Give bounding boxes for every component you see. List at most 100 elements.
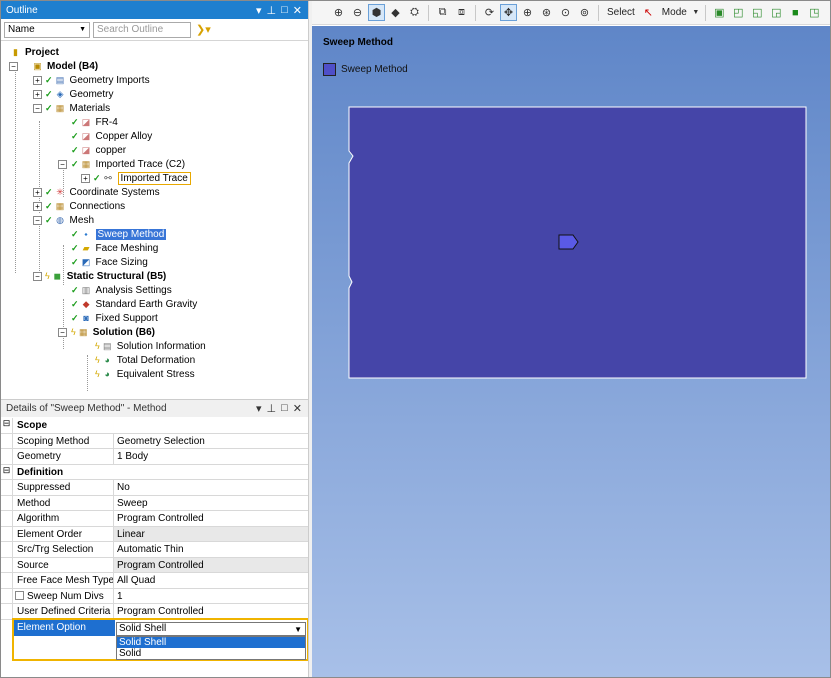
zoom-fit-icon[interactable]: ⊕ (330, 4, 347, 21)
tree-node-copper-alloy[interactable]: ✓ ◪ Copper Alloy (71, 129, 152, 143)
cursor-icon[interactable]: ↖ (640, 4, 657, 21)
box-zoom-icon[interactable]: ⧈ (453, 4, 470, 21)
collapse-icon[interactable]: ⊟ (1, 464, 13, 479)
wireframe-icon[interactable]: ⛭ (406, 4, 423, 21)
graphics-panel: ⊕ ⊖ ⬢ ◆ ⛭ ⧉ ⧈ ⟳ ✥ ⊕ ⊛ ⊙ ⊚ Select ↖ Mode … (312, 1, 830, 677)
tree-node-static-structural[interactable]: ϟ ◼ Static Structural (B5) (45, 269, 166, 283)
collapse-icon[interactable]: − (33, 216, 42, 225)
tree-node-solution-information[interactable]: ϟ ▤ Solution Information (95, 339, 206, 353)
mode-button[interactable]: Mode (659, 7, 690, 18)
pan-icon[interactable]: ✥ (500, 4, 517, 21)
close-icon[interactable]: ✕ (293, 402, 302, 415)
dropdown-arrow-icon[interactable]: ▾ (256, 4, 262, 17)
tree-node-geometry[interactable]: ✓ ◈ Geometry (45, 87, 113, 101)
solid-view-icon[interactable]: ◆ (387, 4, 404, 21)
category-scope[interactable]: ⊟ Scope (1, 418, 308, 434)
property-row[interactable]: Src/Trg Selection Automatic Thin (1, 542, 308, 558)
element-select-icon[interactable]: ■ (787, 4, 804, 21)
tree-node-solution[interactable]: ϟ ▦ Solution (B6) (71, 325, 155, 339)
graphics-viewport[interactable]: Sweep Method Sweep Method (312, 26, 830, 677)
zoom-box-icon[interactable]: ⊛ (538, 4, 555, 21)
collapse-icon[interactable]: ⊟ (1, 418, 13, 433)
tree-node-face-sizing[interactable]: ✓ ◩ Face Sizing (71, 255, 148, 269)
property-row[interactable]: Suppressed No (1, 480, 308, 496)
maximize-icon[interactable]: □ (281, 4, 288, 17)
expand-icon[interactable]: + (81, 174, 90, 183)
tree-node-mesh[interactable]: ✓ ◍ Mesh (45, 213, 94, 227)
tree-node-model[interactable]: ▣ Model (B4) (31, 59, 98, 73)
vertex-select-icon[interactable]: ▣ (711, 4, 728, 21)
tree-node-copper[interactable]: ✓ ◪ copper (71, 143, 126, 157)
tree-node-imported-trace[interactable]: ✓ ⚯ Imported Trace (93, 171, 191, 185)
gravity-icon: ◆ (82, 298, 90, 309)
property-row[interactable]: Algorithm Program Controlled (1, 511, 308, 527)
collapse-icon[interactable]: − (58, 328, 67, 337)
property-row[interactable]: Free Face Mesh Type All Quad (1, 573, 308, 589)
property-row[interactable]: Sweep Num Divs 1 (1, 588, 308, 604)
tree-node-connections[interactable]: ✓ ▦ Connections (45, 199, 125, 213)
zoom-out-icon[interactable]: ⊖ (349, 4, 366, 21)
body-select-icon[interactable]: ⬢ (368, 4, 385, 21)
search-input[interactable]: Search Outline (93, 21, 191, 38)
select-button[interactable]: Select (604, 7, 638, 18)
option-solid[interactable]: Solid (117, 648, 305, 659)
collapse-icon[interactable]: − (33, 272, 42, 281)
tree-node-project[interactable]: ▮ Project (9, 45, 59, 59)
legend-swatch (323, 63, 336, 76)
tree-node-sweep-method[interactable]: ✓ ⬩ Sweep Method (71, 227, 167, 241)
node-select-icon[interactable]: ◳ (806, 4, 823, 21)
dropdown-arrow-icon[interactable]: ▾ (256, 402, 262, 415)
edge-select-icon[interactable]: ◰ (730, 4, 747, 21)
expand-chevron-icon[interactable]: ❯▾ (196, 23, 211, 36)
expand-icon[interactable]: + (33, 76, 42, 85)
tree-node-face-meshing[interactable]: ✓ ▰ Face Meshing (71, 241, 158, 255)
expand-icon[interactable]: + (33, 90, 42, 99)
collapse-icon[interactable]: − (9, 62, 18, 71)
collapse-icon[interactable]: − (58, 160, 67, 169)
model-body[interactable] (348, 106, 808, 380)
check-icon: ✓ (71, 144, 79, 155)
tree-node-fr4[interactable]: ✓ ◪ FR-4 (71, 115, 118, 129)
material-icon: ◪ (81, 130, 91, 141)
tree-node-imported-trace-c2[interactable]: ✓ ▦ Imported Trace (C2) (71, 157, 185, 171)
mesh-icon: ◍ (56, 214, 64, 225)
coordinate-systems-icon: ✳ (56, 186, 64, 197)
check-icon: ✓ (71, 158, 79, 169)
tree-node-geometry-imports[interactable]: ✓ ▤ Geometry Imports (45, 73, 150, 87)
tree-node-analysis-settings[interactable]: ✓ ▥ Analysis Settings (71, 283, 172, 297)
tree-node-total-deformation[interactable]: ϟ ◕ Total Deformation (95, 353, 195, 367)
tree-node-coordinate-systems[interactable]: ✓ ✳ Coordinate Systems (45, 185, 160, 199)
box-select-icon[interactable]: ⧉ (434, 4, 451, 21)
zoom-to-fit-icon[interactable]: ⊙ (557, 4, 574, 21)
collapse-icon[interactable]: − (33, 104, 42, 113)
magnifier-icon[interactable]: ⊚ (576, 4, 593, 21)
sweep-num-divs-checkbox[interactable] (15, 591, 24, 601)
expand-icon[interactable]: + (33, 202, 42, 211)
zoom-in-icon[interactable]: ⊕ (519, 4, 536, 21)
close-icon[interactable]: ✕ (293, 4, 302, 17)
element-option-select[interactable]: Solid Shell ▼ (116, 622, 306, 636)
maximize-icon[interactable]: □ (281, 402, 288, 415)
check-icon: ✓ (71, 228, 79, 239)
pin-icon[interactable]: ⊥ (267, 4, 277, 17)
property-row[interactable]: Element Order Linear (1, 526, 308, 542)
body-select-filter-icon[interactable]: ◲ (768, 4, 785, 21)
property-row[interactable]: Scoping Method Geometry Selection (1, 433, 308, 449)
rotate-icon[interactable]: ⟳ (481, 4, 498, 21)
tree-node-equivalent-stress[interactable]: ϟ ◕ Equivalent Stress (95, 367, 195, 381)
tree-node-fixed-support[interactable]: ✓ ◙ Fixed Support (71, 311, 158, 325)
expand-icon[interactable]: + (33, 188, 42, 197)
connections-icon: ▦ (55, 200, 65, 211)
property-row[interactable]: Source Program Controlled (1, 557, 308, 573)
pin-icon[interactable]: ⊥ (267, 402, 277, 415)
tree-node-materials[interactable]: ✓ ▦ Materials (45, 101, 110, 115)
property-row[interactable]: Geometry 1 Body (1, 449, 308, 465)
check-icon: ✓ (45, 88, 53, 99)
filter-select[interactable]: Name ▼ (4, 21, 90, 38)
tree-node-standard-earth-gravity[interactable]: ✓ ◆ Standard Earth Gravity (71, 297, 197, 311)
face-select-icon[interactable]: ◱ (749, 4, 766, 21)
property-row[interactable]: Method Sweep (1, 495, 308, 511)
chevron-down-icon[interactable]: ▼ (692, 4, 700, 21)
category-definition[interactable]: ⊟ Definition (1, 464, 308, 480)
option-solid-shell[interactable]: Solid Shell (117, 637, 305, 648)
